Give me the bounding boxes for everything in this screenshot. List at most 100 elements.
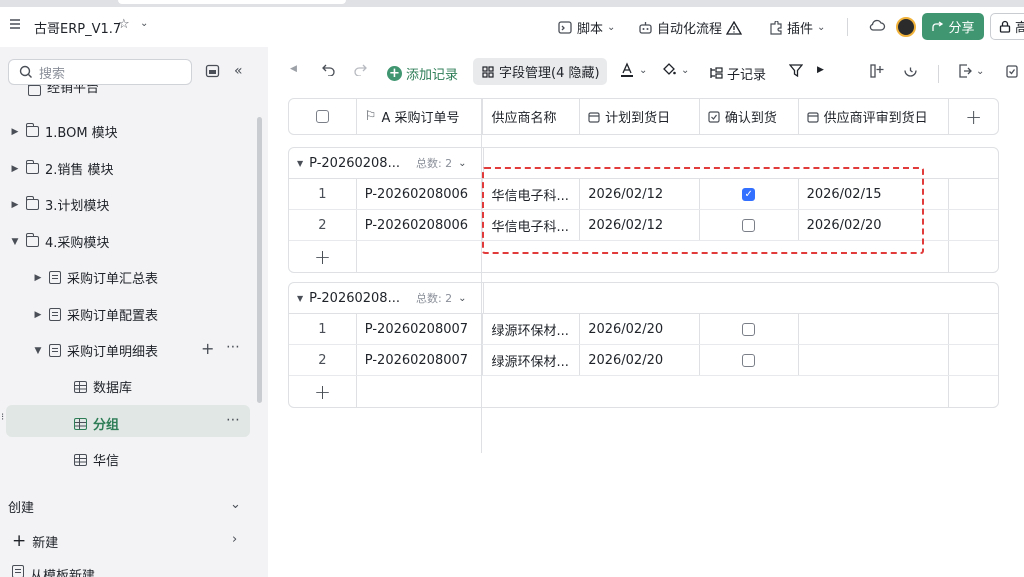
sidebar-scrollbar[interactable] — [257, 117, 262, 403]
add-row-button[interactable]: + — [289, 376, 357, 407]
column-header-supplier[interactable]: 供应商名称 — [483, 99, 581, 134]
plugin-menu[interactable]: 插件 ⌄ — [768, 18, 825, 37]
supplier-cell[interactable]: 华信电子科... — [483, 210, 581, 240]
share-button[interactable]: 分享 — [922, 13, 984, 40]
more-icon[interactable]: ⋯ — [226, 412, 240, 428]
supplier-cell[interactable]: 绿源环保材... — [483, 345, 581, 375]
script-label: 脚本 — [577, 22, 604, 37]
add-icon[interactable]: + — [201, 339, 214, 358]
confirmed-checkbox[interactable] — [742, 218, 756, 232]
column-header-confirmed[interactable]: 确认到货 — [700, 99, 799, 134]
table-row[interactable]: 1 P-20260208006 华信电子科... 2026/02/12 ✓ 20… — [289, 179, 998, 210]
chevron-down-icon[interactable]: ⌄ — [458, 293, 466, 304]
confirmed-cell[interactable] — [700, 345, 799, 375]
active-browser-tab[interactable] — [118, 0, 346, 4]
eval-date-cell[interactable] — [799, 314, 950, 344]
menu-icon[interactable] — [9, 18, 21, 30]
add-row[interactable]: + — [289, 241, 998, 272]
scroll-left-icon[interactable]: ◀ — [290, 64, 297, 74]
select-all-checkbox[interactable] — [315, 110, 329, 123]
select-all-cell[interactable] — [289, 99, 357, 134]
sidebar-item-group[interactable]: 分组 — [74, 414, 119, 433]
fields-icon — [482, 65, 494, 78]
chevron-down-icon[interactable]: ⌄ — [230, 497, 241, 512]
column-header-plan-date[interactable]: 计划到货日 — [580, 99, 700, 134]
confirmed-checkbox[interactable] — [742, 353, 756, 367]
export-button[interactable]: ⌄ — [958, 64, 984, 78]
new-button[interactable]: + 新建 — [12, 531, 58, 551]
automation-menu[interactable]: 自动化流程 — [638, 18, 743, 37]
template-new-button[interactable]: 从模板新建 — [12, 565, 95, 577]
plan-date-cell[interactable]: 2026/02/20 — [580, 314, 700, 344]
order-cell[interactable]: P-20260208006 — [357, 179, 484, 209]
chevron-right-icon[interactable]: › — [232, 532, 237, 547]
fill-color-button[interactable]: ⌄ — [661, 62, 689, 78]
table-row[interactable]: 2 P-20260208006 华信电子科... 2026/02/12 2026… — [289, 210, 998, 241]
script-menu[interactable]: 脚本 ⌄ — [558, 18, 615, 37]
order-cell[interactable]: P-20260208006 — [357, 210, 484, 240]
table-row[interactable]: 2 P-20260208007 绿源环保材... 2026/02/20 — [289, 345, 998, 376]
search-input[interactable]: 搜索 — [8, 59, 192, 85]
create-section-header[interactable]: 创建 — [8, 497, 34, 516]
plan-date-cell[interactable]: 2026/02/12 — [580, 210, 700, 240]
filter-icon[interactable] — [789, 64, 803, 77]
sidebar-item-huaxin[interactable]: 华信 — [74, 450, 119, 469]
chevron-down-icon[interactable]: ⌄ — [458, 158, 466, 169]
add-row-button[interactable]: + — [289, 241, 357, 272]
column-header-eval-date[interactable]: 供应商评审到货日 — [799, 99, 950, 134]
supplier-cell[interactable]: 华信电子科... — [483, 179, 581, 209]
add-record-label: 添加记录 — [406, 68, 459, 83]
add-record-button[interactable]: + 添加记录 — [387, 64, 458, 83]
more-tools-icon[interactable]: ▶ — [817, 65, 824, 75]
star-icon[interactable]: ☆ — [118, 17, 130, 32]
sub-record-button[interactable]: 子记录 — [709, 64, 766, 83]
user-avatar[interactable] — [896, 17, 916, 37]
sidebar-item-database[interactable]: 数据库 — [74, 377, 132, 396]
confirmed-cell[interactable] — [700, 210, 799, 240]
more-icon[interactable]: ⋯ — [226, 339, 240, 355]
sidebar-item-purchase[interactable]: ▼ 4.采购模块 — [10, 232, 109, 251]
app-title[interactable]: 古哥ERP_V1.7 — [34, 18, 121, 37]
cloud-sync-icon[interactable] — [868, 18, 886, 32]
supplier-cell[interactable]: 绿源环保材... — [483, 314, 581, 344]
history-icon[interactable] — [903, 63, 918, 78]
eval-date-cell[interactable]: 2026/02/15 — [799, 179, 950, 209]
eval-date-cell[interactable] — [799, 345, 950, 375]
order-cell[interactable]: P-20260208007 — [357, 314, 484, 344]
eval-date-cell[interactable]: 2026/02/20 — [799, 210, 950, 240]
caret-down-icon[interactable]: ▼ — [297, 294, 303, 303]
add-column-icon[interactable] — [870, 64, 884, 78]
add-row[interactable]: + — [289, 376, 998, 407]
sidebar-item-partial[interactable]: 经销平台 — [28, 85, 99, 96]
redo-icon[interactable] — [353, 63, 367, 76]
sidebar-item-sales[interactable]: ▶ 2.销售 模块 — [10, 159, 114, 178]
group-header[interactable]: ▼ P-20260208... 总数: 2 ⌄ — [289, 148, 998, 179]
sidebar-item-bom[interactable]: ▶ 1.BOM 模块 — [10, 122, 118, 141]
sidebar-layout-icon[interactable] — [205, 64, 220, 78]
sidebar-item-plan[interactable]: ▶ 3.计划模块 — [10, 195, 109, 214]
order-cell[interactable]: P-20260208007 — [357, 345, 484, 375]
field-manage-button[interactable]: 字段管理(4 隐藏) — [473, 58, 607, 85]
plan-date-cell[interactable]: 2026/02/12 — [580, 179, 700, 209]
frozen-column-divider[interactable] — [481, 98, 482, 453]
text-color-button[interactable]: ⌄ — [619, 62, 647, 78]
confirmed-checkbox-checked[interactable]: ✓ — [742, 187, 756, 201]
confirmed-checkbox[interactable] — [742, 322, 756, 336]
table-row[interactable]: 1 P-20260208007 绿源环保材... 2026/02/20 — [289, 314, 998, 345]
add-column-button[interactable]: + — [949, 99, 998, 134]
column-header-order[interactable]: ⚐ A 采购订单号 — [357, 99, 484, 134]
sidebar-item-po-summary[interactable]: ▶ 采购订单汇总表 — [33, 268, 158, 287]
clipboard-icon[interactable] — [1005, 64, 1019, 78]
group-header[interactable]: ▼ P-20260208... 总数: 2 ⌄ — [289, 283, 998, 314]
chevron-down-icon[interactable]: ⌄ — [140, 18, 148, 29]
sidebar-item-po-config[interactable]: ▶ 采购订单配置表 — [33, 305, 158, 324]
confirmed-cell[interactable] — [700, 314, 799, 344]
sidebar-item-po-detail[interactable]: ▼ 采购订单明细表 — [33, 341, 158, 360]
collapse-sidebar-icon[interactable]: « — [234, 63, 243, 79]
plan-date-cell[interactable]: 2026/02/20 — [580, 345, 700, 375]
caret-down-icon[interactable]: ▼ — [297, 159, 303, 168]
drag-handle-icon[interactable]: ⁝ — [1, 412, 4, 423]
confirmed-cell[interactable]: ✓ — [700, 179, 799, 209]
lock-button[interactable]: 高 — [990, 13, 1024, 40]
undo-icon[interactable] — [322, 63, 336, 76]
